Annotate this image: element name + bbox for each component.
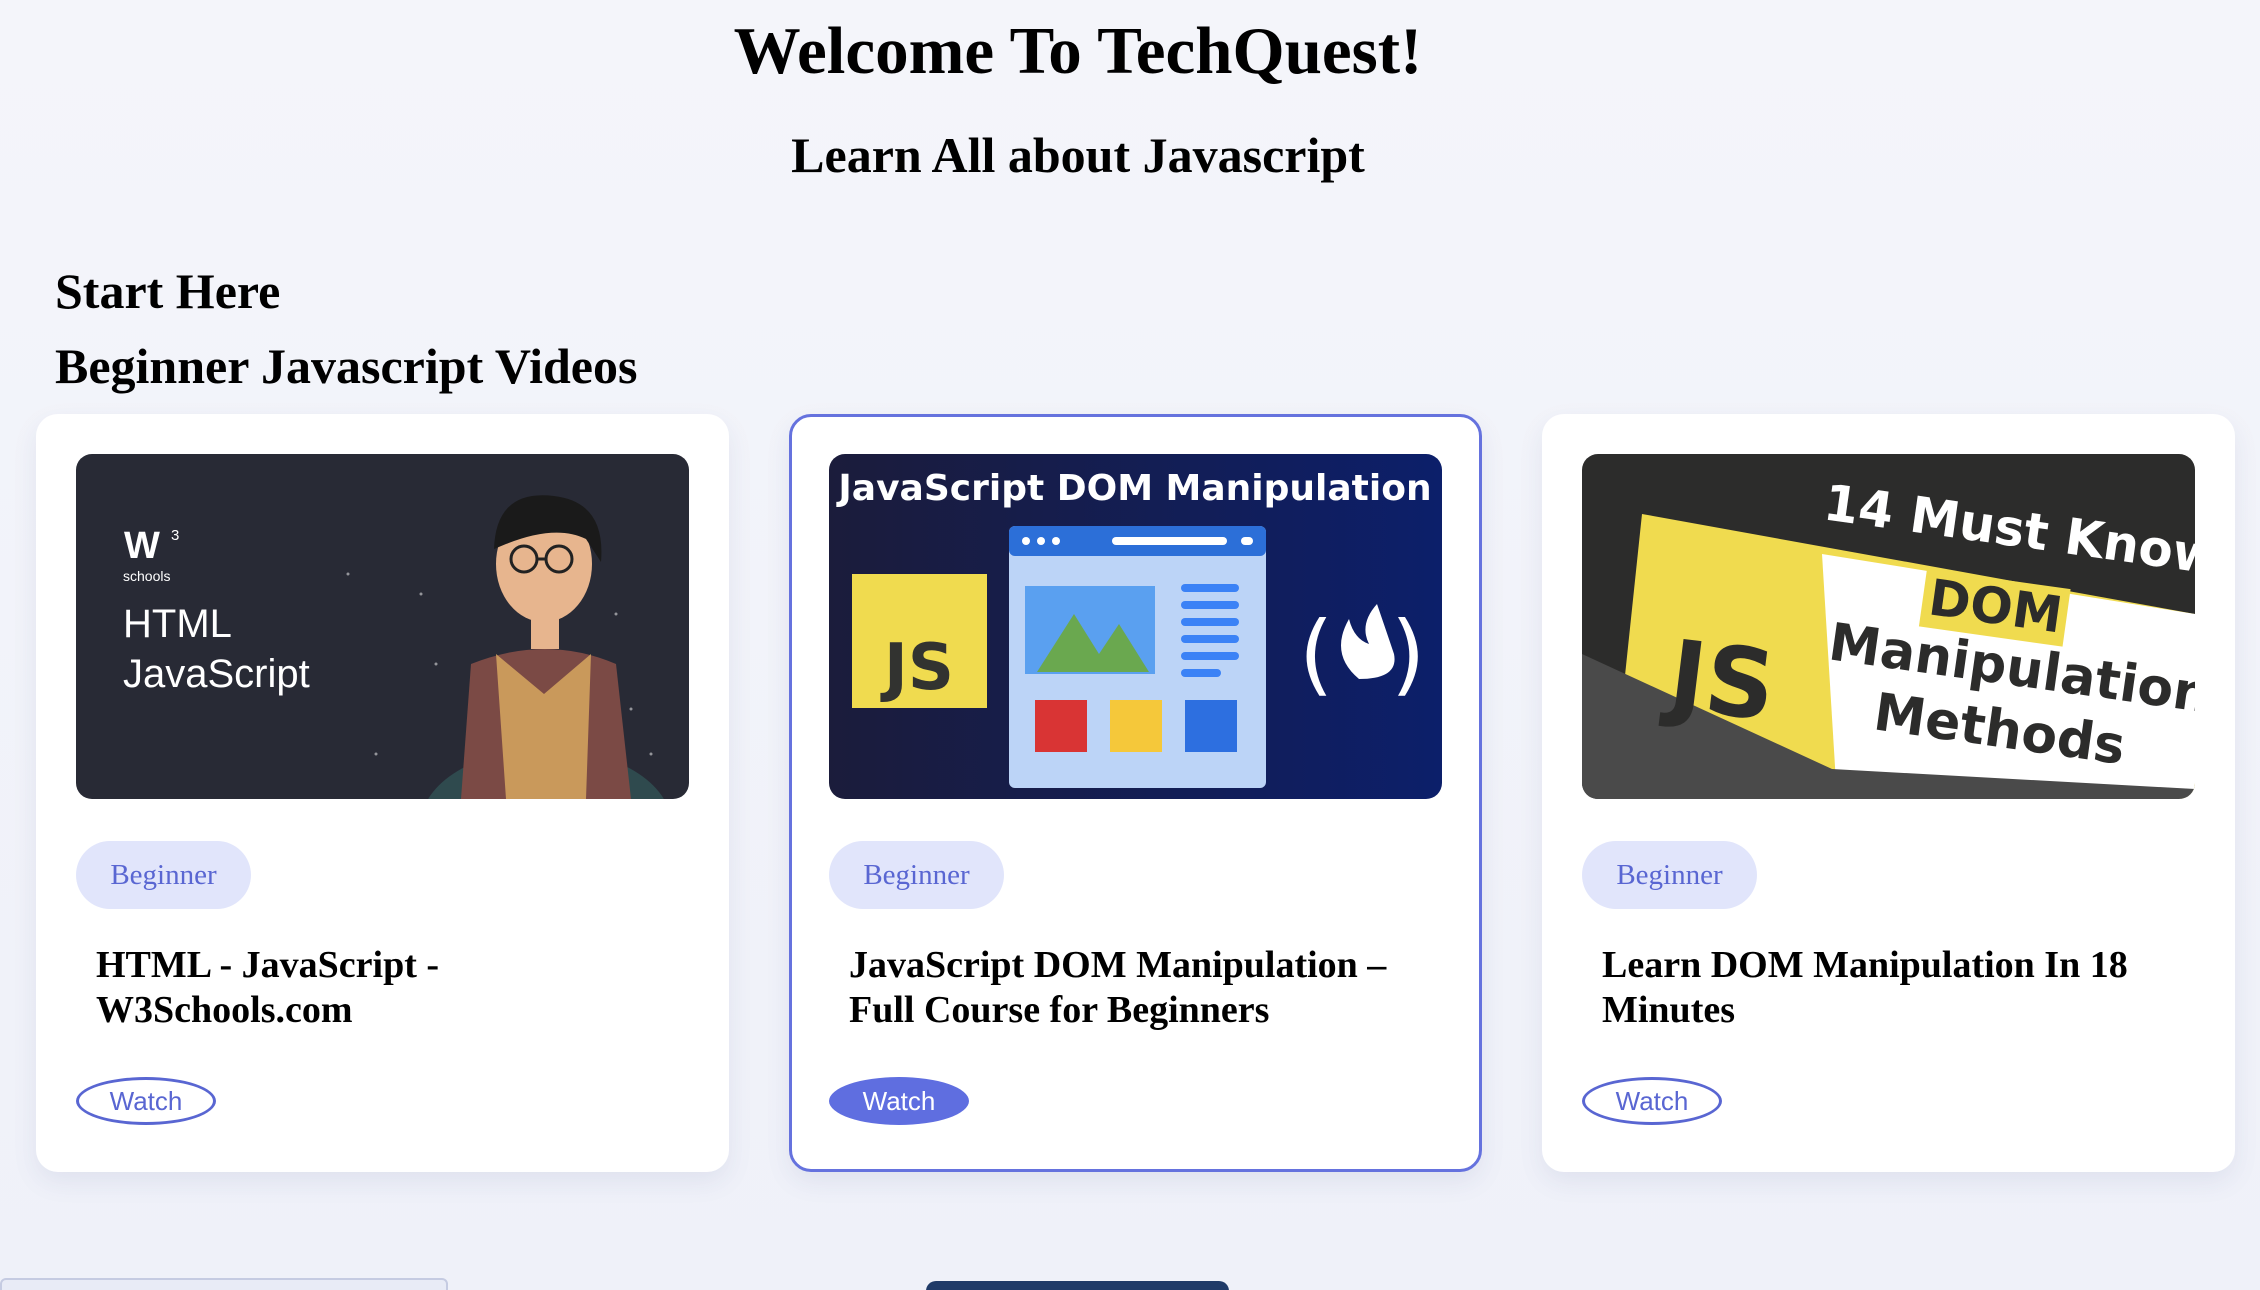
freecodecamp-paren-left: ( xyxy=(1299,602,1333,705)
video-thumbnail[interactable]: JavaScript DOM Manipulation JS () xyxy=(829,454,1442,799)
level-badge: Beginner xyxy=(829,841,1004,909)
video-card-selected[interactable]: JavaScript DOM Manipulation JS () Begin… xyxy=(789,414,1482,1172)
partial-card-below xyxy=(0,1278,448,1290)
w3schools-logo-text: schools xyxy=(123,568,170,584)
video-card[interactable]: JS 14 Must Know DOM Manipulation Methods… xyxy=(1542,414,2235,1172)
video-card[interactable]: W 3 schools HTML JavaScript Beginner HTM… xyxy=(36,414,729,1172)
w3schools-logo-mark: W xyxy=(124,525,160,567)
watch-button[interactable]: Watch xyxy=(1582,1077,1722,1125)
w3schools-thumbnail-image: W 3 schools HTML JavaScript xyxy=(76,454,689,799)
page: Welcome To TechQuest! Learn All about Ja… xyxy=(0,0,2260,1290)
section-heading-videos: Beginner Javascript Videos xyxy=(55,338,638,394)
level-badge: Beginner xyxy=(1582,841,1757,909)
video-thumbnail[interactable]: W 3 schools HTML JavaScript xyxy=(76,454,689,799)
video-thumbnail[interactable]: JS 14 Must Know DOM Manipulation Methods xyxy=(1582,454,2195,799)
level-badge: Beginner xyxy=(76,841,251,909)
dom-methods-thumbnail-image: JS 14 Must Know DOM Manipulation Methods xyxy=(1582,454,2195,799)
js-logo-text: JS xyxy=(1658,618,1782,743)
video-title: Learn DOM Manipulation In 18 Minutes xyxy=(1602,944,2128,1031)
js-logo-text: JS xyxy=(880,631,954,705)
partial-button-below[interactable] xyxy=(926,1281,1229,1290)
page-title: Welcome To TechQuest! xyxy=(733,14,1423,88)
watch-button[interactable]: Watch xyxy=(829,1077,969,1125)
thumbnail-line-html: HTML xyxy=(123,602,232,646)
thumbnail-line-javascript: JavaScript xyxy=(123,652,310,696)
w3schools-logo-sup: 3 xyxy=(171,527,179,544)
section-heading-start: Start Here xyxy=(55,263,281,319)
video-title: HTML - JavaScript - W3Schools.com xyxy=(96,944,440,1031)
thumbnail-heading: JavaScript DOM Manipulation xyxy=(835,468,1431,509)
watch-button[interactable]: Watch xyxy=(76,1077,216,1125)
video-title: JavaScript DOM Manipulation – Full Cours… xyxy=(849,944,1387,1031)
dom-manipulation-thumbnail-image: JavaScript DOM Manipulation JS () xyxy=(829,454,1442,799)
freecodecamp-paren-right: ) xyxy=(1391,602,1425,705)
page-subtitle: Learn All about Javascript xyxy=(791,127,1365,183)
